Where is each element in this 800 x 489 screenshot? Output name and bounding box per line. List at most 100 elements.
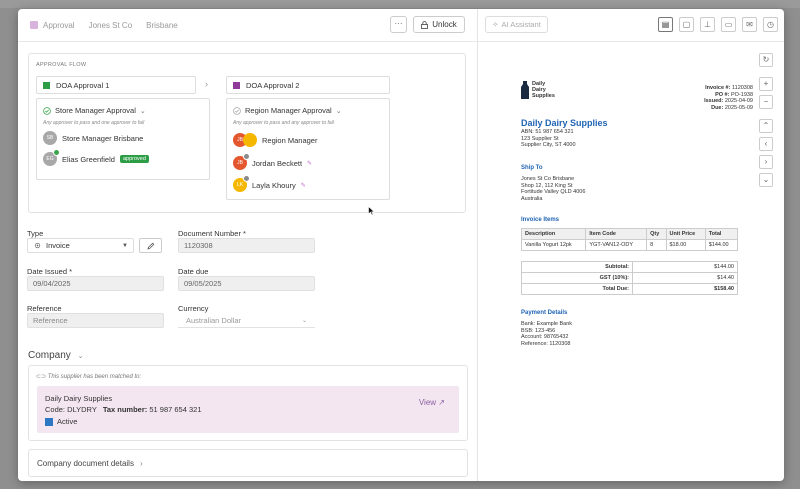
zoom-out-icon[interactable]: −: [759, 95, 773, 109]
step-color-swatch: [43, 81, 50, 89]
meta-label: Invoice #:: [705, 85, 731, 91]
avatar: EG: [43, 149, 60, 166]
ai-assistant-button[interactable]: ✧ AI Assistant: [485, 16, 548, 33]
zoom-in-icon[interactable]: +: [759, 77, 773, 91]
tax-value: 51 987 654 321: [149, 405, 202, 414]
avatar: SB: [43, 131, 57, 145]
document-modal: Approval Jones St Co Brisbane ··· Unlock…: [18, 9, 784, 481]
approver-row: JB Region Manager: [233, 133, 317, 147]
totals-table: Subtotal: $144.00 GST (10%): $14.40 Total …: [521, 261, 738, 295]
chevron-left-icon[interactable]: ‹: [759, 137, 773, 151]
total-label: GST (10%):: [521, 272, 633, 284]
payment-details: Bank: Example Bank BSB: 123-456 Account:…: [521, 321, 572, 347]
code-label: Code:: [45, 405, 66, 414]
ship-line: Fortitude Valley QLD 4006: [521, 189, 586, 195]
milk-bottle-icon: [521, 81, 529, 99]
unlock-button[interactable]: Unlock: [413, 16, 465, 33]
type-select[interactable]: Invoice ▼: [27, 238, 134, 253]
breadcrumb-company[interactable]: Jones St Co: [89, 21, 133, 30]
gear-icon: [34, 242, 41, 249]
matched-supplier-card: Daily Dairy Supplies Code: DLYDRY Tax nu…: [37, 386, 459, 433]
table-row: Vanilla Yogurt 12pk YGT-VAN12-ODY 8 $18.…: [520, 239, 739, 251]
currency-label: Currency: [178, 304, 209, 313]
invoice-meta: Invoice #: 1120308 PO #: PO-1938 Issued:…: [704, 85, 753, 111]
logo-text: Daily Dairy Supplies: [532, 81, 555, 99]
check-circle-icon: [233, 106, 241, 115]
total-value: $144.00: [632, 261, 738, 273]
step-doa-approval-2[interactable]: DOA Approval 2: [226, 76, 390, 94]
payment-line: Reference: 1120308: [521, 340, 571, 347]
edit-icon[interactable]: ✎: [301, 182, 306, 189]
approved-dot: [53, 149, 60, 156]
card-title[interactable]: Store Manager Approval ⌄: [43, 106, 146, 115]
approval-flow: APPROVAL FLOW DOA Approval 1 › DOA Appro…: [28, 53, 466, 216]
approver-row: JB Jordan Beckett ✎: [233, 153, 312, 170]
address-line: Supplier City, ST 4000: [521, 142, 576, 148]
supplier-codes: Code: DLYDRY Tax number: 51 987 654 321: [45, 405, 202, 414]
card-title[interactable]: Region Manager Approval ⌄: [233, 106, 342, 115]
avatar: [243, 133, 257, 147]
comment-icon[interactable]: ▭: [721, 17, 736, 32]
step-name: DOA Approval 2: [246, 80, 300, 90]
supplier-logo: Daily Dairy Supplies: [521, 81, 555, 99]
total-value: $14.40: [632, 272, 738, 284]
logo-line: Supplies: [532, 93, 555, 99]
viewer-toolbar: ✧ AI Assistant ▤ ▢ ⊥ ▭ ✉ ◷: [478, 9, 784, 42]
table-cell: $144.00: [704, 239, 739, 251]
mail-icon[interactable]: ✉: [742, 17, 757, 32]
payment-title: Payment Details: [521, 310, 568, 316]
match-note-text: This supplier has been matched to:: [47, 374, 142, 380]
company-section-toggle[interactable]: Company ⌄: [28, 350, 83, 361]
rotate-icon[interactable]: ↻: [759, 53, 773, 67]
meta-label: Due:: [711, 104, 724, 111]
step-name: DOA Approval 1: [56, 80, 110, 90]
document-icon[interactable]: ▤: [658, 17, 673, 32]
status-swatch: [45, 417, 53, 426]
company-box: ⊂⊃ This supplier has been matched to: Da…: [28, 365, 468, 441]
total-label: Subtotal:: [521, 261, 633, 273]
chevron-right-icon[interactable]: ›: [759, 155, 773, 169]
chevron-down-icon[interactable]: ⌄: [759, 173, 773, 187]
ship-line: Australia: [521, 195, 543, 202]
currency-select[interactable]: Australian Dollar ⌄: [178, 313, 315, 328]
ship-to-address: Jones St Co Brisbane Shop 12, 112 King S…: [521, 176, 585, 202]
items-title: Invoice Items: [521, 217, 560, 223]
chevron-up-icon[interactable]: ⌃: [759, 119, 773, 133]
column-header: Description: [520, 228, 587, 240]
unlock-label: Unlock: [432, 20, 457, 29]
status-text: Active: [57, 417, 78, 426]
step-doa-approval-1[interactable]: DOA Approval 1: [36, 76, 196, 94]
chevron-down-icon: ⌄: [139, 107, 146, 115]
currency-value: Australian Dollar: [186, 315, 242, 325]
meta-value: 2025-05-09: [724, 104, 753, 111]
edit-type-button[interactable]: [139, 238, 162, 253]
history-icon[interactable]: ◷: [763, 17, 778, 32]
column-header: Total: [704, 228, 739, 240]
breadcrumb-location[interactable]: Brisbane: [146, 21, 178, 30]
date-issued-field[interactable]: 09/04/2025: [27, 276, 164, 291]
pin-icon[interactable]: ⊥: [700, 17, 715, 32]
view-label: View: [418, 398, 437, 407]
supplier-name: Daily Dairy Supplies: [45, 394, 113, 403]
approver-name: Store Manager Brisbane: [62, 133, 144, 143]
external-link-icon: ↗: [438, 398, 445, 407]
date-due-label: Date due: [178, 267, 209, 276]
company-document-details[interactable]: Company document details ›: [28, 449, 468, 477]
payment-line: Bank: Example Bank: [521, 321, 573, 327]
note-icon[interactable]: ▢: [679, 17, 694, 32]
approver-name: Layla Khoury: [252, 180, 296, 190]
edit-icon[interactable]: ✎: [307, 160, 312, 167]
approver-name: Elias Greenfield: [62, 154, 115, 164]
view-supplier-link[interactable]: View ↗: [419, 398, 445, 407]
reference-field[interactable]: Reference: [27, 313, 164, 328]
card-rule: Any approver to pass and one approver to…: [43, 120, 145, 126]
date-due-field[interactable]: 09/05/2025: [178, 276, 315, 291]
avatar: JB: [233, 153, 250, 170]
total-value: $158.40: [632, 283, 738, 295]
link-icon: ⊂⊃: [36, 374, 47, 380]
pencil-icon: [147, 242, 154, 250]
doc-number-field[interactable]: 1120308: [178, 238, 315, 253]
approver-name: Jordan Beckett: [252, 158, 303, 168]
more-options-button[interactable]: ···: [390, 16, 407, 33]
ai-label: AI Assistant: [501, 20, 541, 29]
